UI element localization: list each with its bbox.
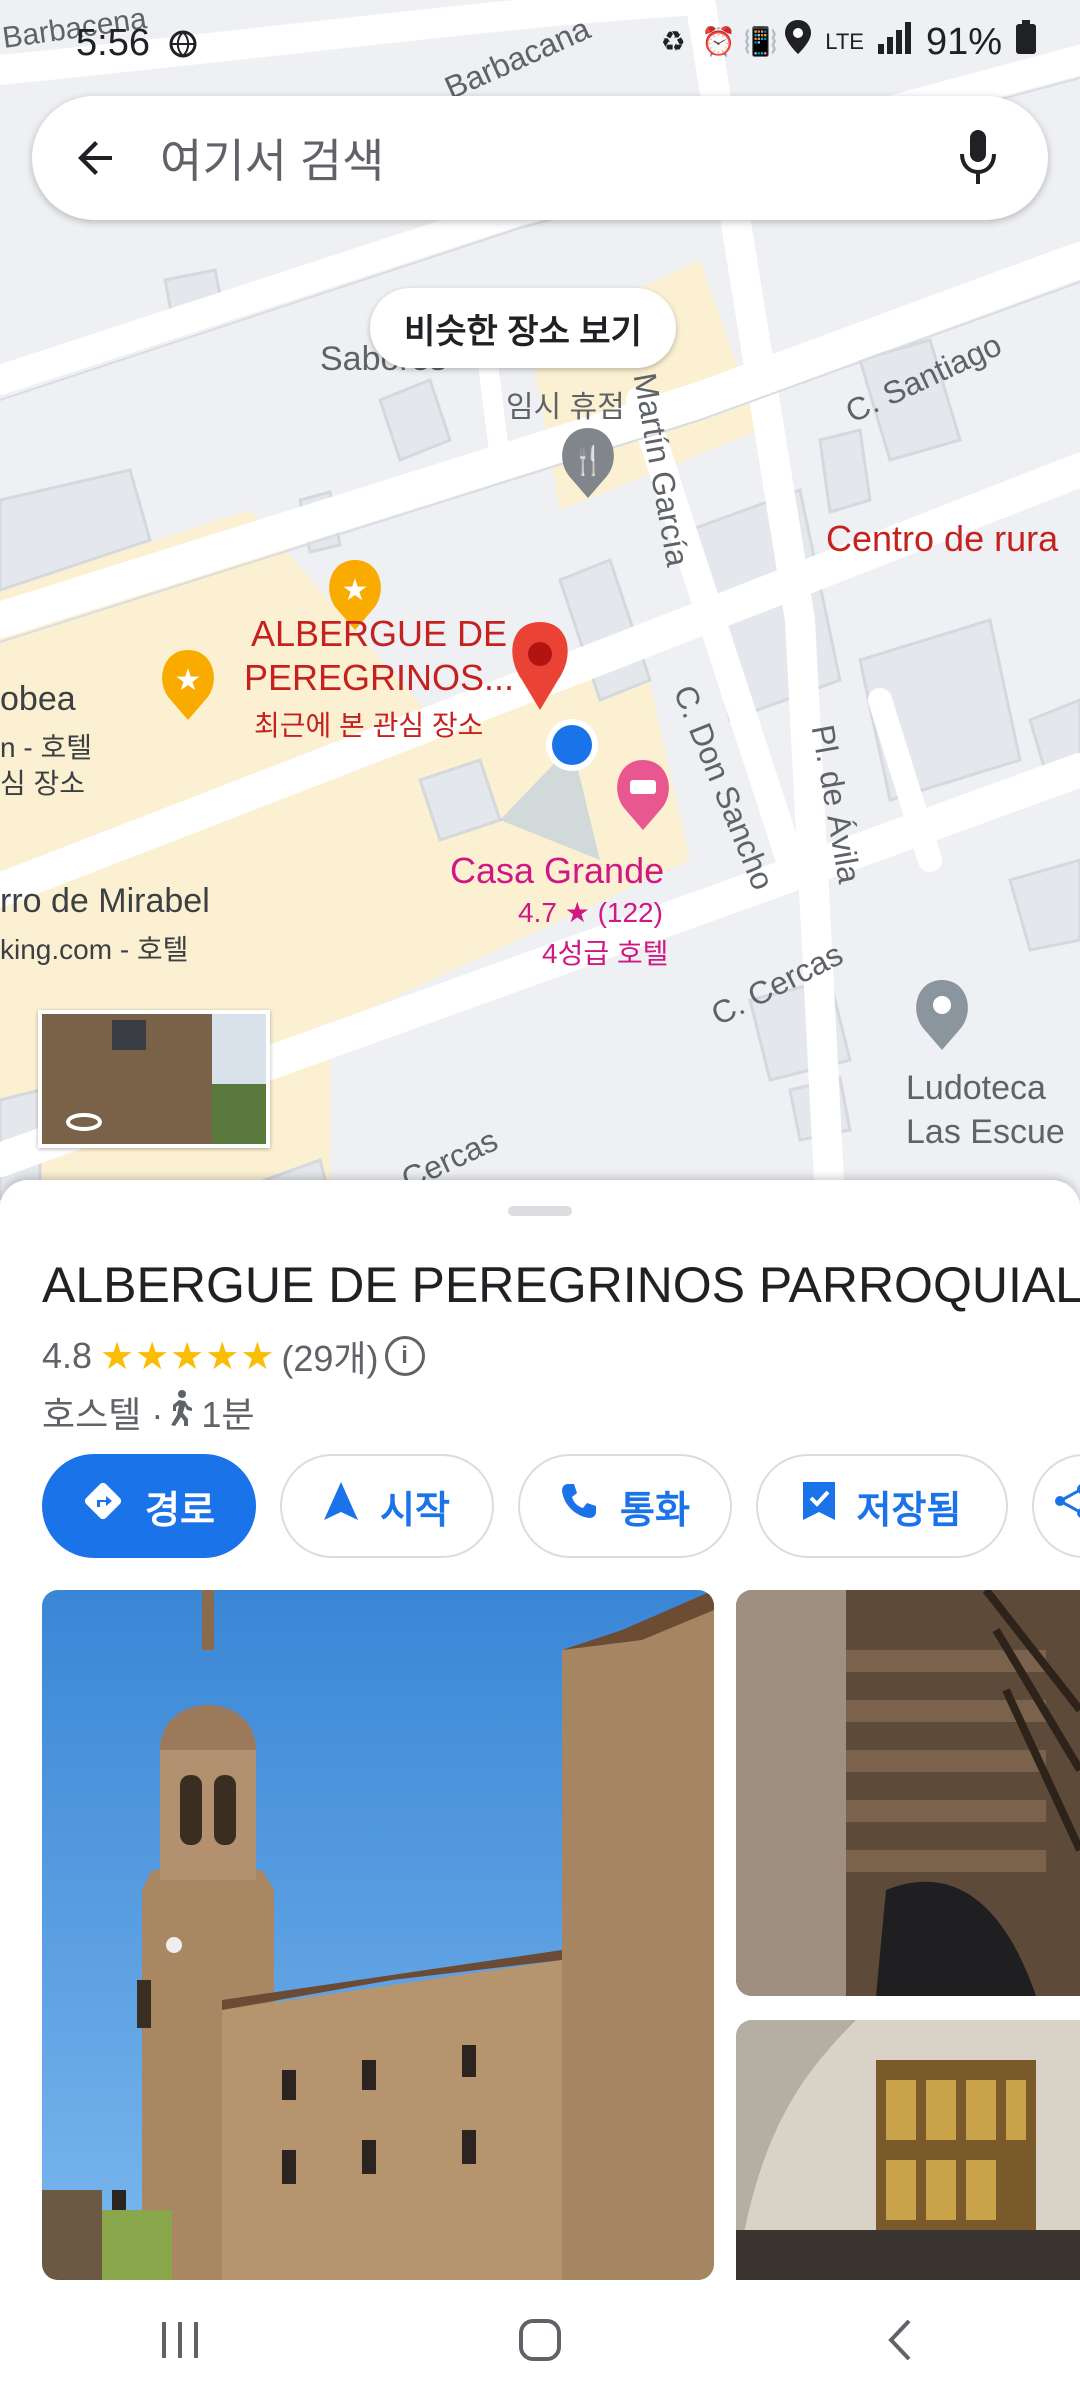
info-icon[interactable]: i — [384, 1336, 425, 1376]
back-nav-icon[interactable] — [840, 2300, 960, 2380]
directions-label: 경로 — [145, 1489, 215, 1532]
ludoteca-line1: Ludoteca — [906, 1069, 1046, 1107]
mirabel-sub: king.com - 호텔 — [0, 934, 189, 965]
albergue-name-line2: PEREGRINOS... — [244, 657, 515, 698]
mic-icon[interactable] — [948, 128, 1008, 188]
recent-apps-icon[interactable] — [120, 2300, 240, 2380]
church-image — [42, 1590, 714, 2280]
globe-icon — [168, 26, 198, 68]
back-arrow-icon[interactable] — [68, 130, 124, 186]
directions-icon — [83, 1481, 123, 1531]
review-count[interactable]: (29개) — [281, 1330, 378, 1382]
ludoteca-line2: Las Escue — [906, 1113, 1065, 1151]
staircase-image — [736, 1590, 1080, 1996]
network-type: LTE — [825, 29, 864, 54]
place-type: 호스텔 · — [42, 1394, 164, 1435]
left-hotel-sub: 심 장소 — [0, 768, 86, 799]
start-label: 시작 — [380, 1489, 450, 1532]
poi-label-ludoteca[interactable]: Ludoteca Las Escue — [906, 1066, 1065, 1154]
call-label: 통화 — [620, 1489, 690, 1532]
photo-church-exterior[interactable] — [42, 1590, 714, 2280]
altar-image — [736, 2020, 1080, 2280]
rating-value: 4.8 — [42, 1335, 93, 1376]
poi-label-centro-rural[interactable]: Centro de rura — [826, 518, 1058, 560]
vibrate-mute-icon: 📳 — [743, 26, 779, 57]
maps-app: ★ ★ 🍴 Barbacena Barbacana C. Martín Garc… — [0, 0, 1080, 2400]
albergue-recent-label: 최근에 본 관심 장소 — [254, 710, 484, 741]
casa-grande-rating: 4.7 ★ (122) — [518, 897, 663, 928]
call-button[interactable]: 통화 — [518, 1454, 732, 1558]
sheet-drag-handle[interactable] — [508, 1206, 572, 1216]
casa-grande-type: 4성급 호텔 — [542, 938, 669, 969]
poi-label-mirabel[interactable]: rro de Mirabel — [0, 882, 210, 921]
albergue-name-line1: ALBERGUE DE — [250, 613, 508, 654]
action-chips: 경로 시작 통화 저장됨 — [42, 1454, 1080, 1558]
left-hotel-type: n - 호텔 — [0, 732, 92, 763]
photo-staircase[interactable] — [736, 1590, 1080, 1996]
recycle-icon: ♻ — [660, 26, 686, 57]
start-button[interactable]: 시작 — [280, 1454, 494, 1558]
directions-button[interactable]: 경로 — [42, 1454, 256, 1558]
search-bar[interactable]: 여기서 검색 — [32, 96, 1048, 220]
status-time: 5:56 — [76, 22, 150, 64]
system-nav-bar — [0, 2280, 1080, 2400]
saved-button[interactable]: 저장됨 — [756, 1454, 1008, 1558]
battery-icon — [1016, 20, 1036, 64]
place-bottom-sheet[interactable]: ALBERGUE DE PEREGRINOS PARROQUIAL 4.8 ★★… — [0, 1180, 1080, 2280]
restaurant-status-label: 임시 휴점 — [506, 391, 625, 424]
saved-label: 저장됨 — [856, 1489, 962, 1532]
signal-icon — [877, 21, 912, 64]
street-view-thumbnail[interactable] — [38, 1010, 270, 1148]
share-button[interactable] — [1032, 1454, 1080, 1558]
svg-text:★: ★ — [342, 573, 369, 608]
similar-places-button[interactable]: 비슷한 장소 보기 — [370, 288, 676, 368]
search-input[interactable]: 여기서 검색 — [160, 125, 948, 191]
poi-label-casa-grande[interactable]: Casa Grande — [450, 850, 664, 892]
share-icon — [1054, 1483, 1080, 1529]
phone-icon — [560, 1482, 598, 1530]
svg-text:🍴: 🍴 — [571, 444, 606, 477]
place-type-row: 호스텔 · 1분 — [42, 1386, 255, 1438]
street-view-image — [42, 1014, 266, 1144]
rating-row[interactable]: 4.8 ★★★★★ (29개) i — [42, 1330, 425, 1382]
location-icon — [785, 20, 812, 64]
walk-time: 1분 — [201, 1394, 255, 1435]
svg-text:★: ★ — [175, 663, 202, 698]
walking-icon — [167, 1389, 193, 1436]
poi-label-albergue[interactable]: ALBERGUE DE PEREGRINOS... — [244, 612, 514, 700]
alarm-icon: ⏰ — [701, 26, 737, 57]
battery-percent: 91% — [925, 20, 1002, 63]
place-title: ALBERGUE DE PEREGRINOS PARROQUIAL — [42, 1257, 1080, 1313]
poi-label-left-hotel[interactable]: obea — [0, 680, 76, 719]
rating-stars: ★★★★★ — [100, 1335, 276, 1378]
photo-altar[interactable] — [736, 2020, 1080, 2280]
home-icon[interactable] — [480, 2300, 600, 2380]
status-bar: 5:56 ♻ ⏰ 📳 LTE 91% — [0, 0, 1080, 86]
bookmark-icon — [802, 1482, 835, 1530]
navigation-icon — [324, 1482, 359, 1530]
